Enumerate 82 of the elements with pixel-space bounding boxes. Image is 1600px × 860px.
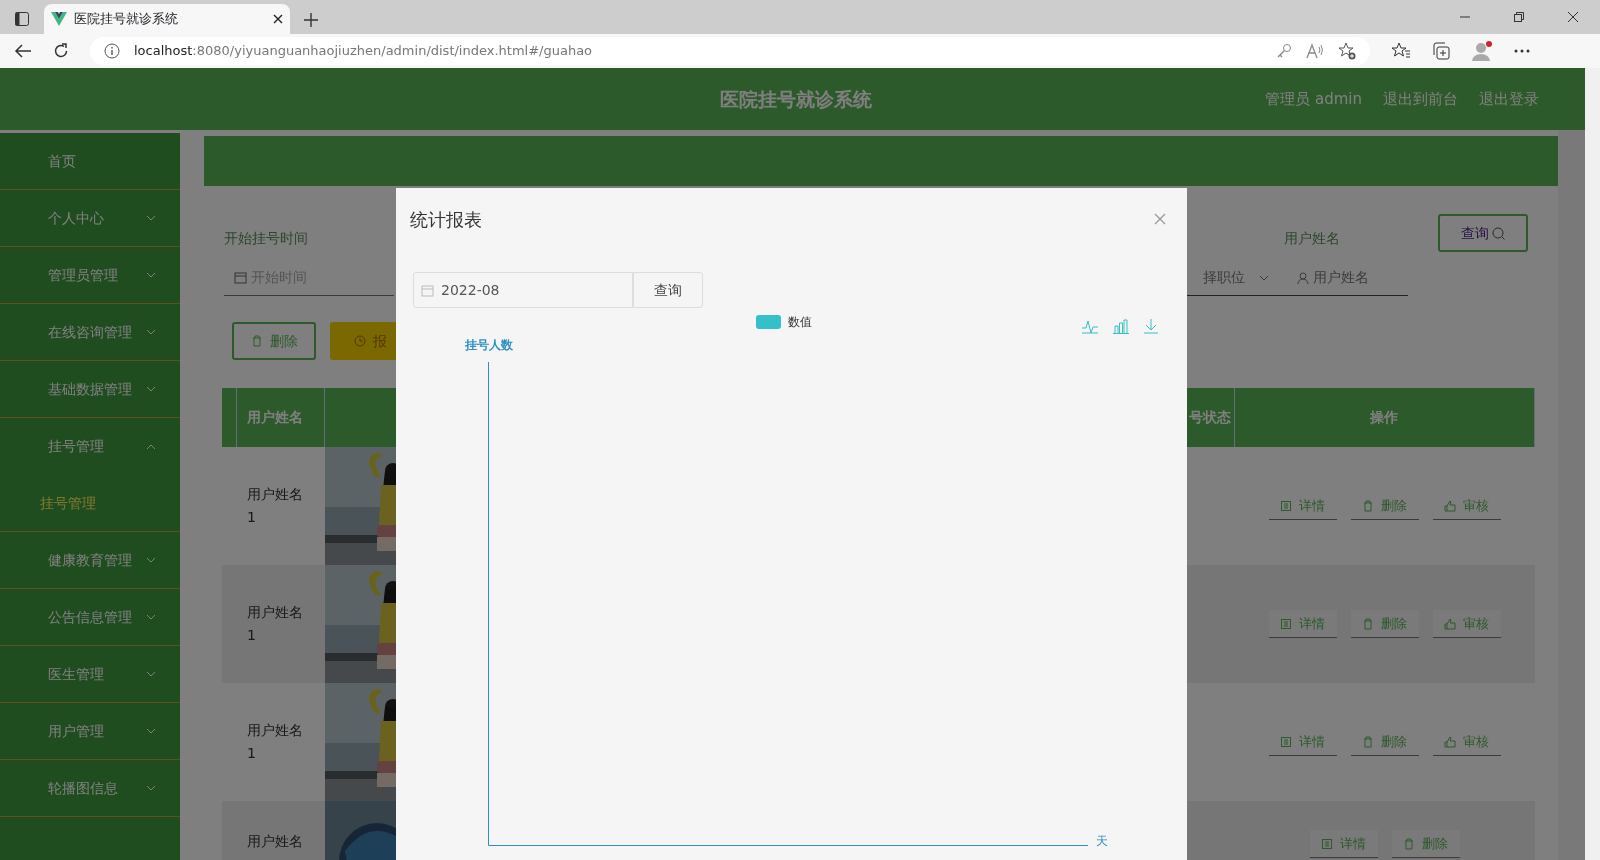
close-icon[interactable]	[1567, 11, 1579, 23]
collections-icon[interactable]	[1432, 42, 1450, 60]
system-title: 医院挂号就诊系统	[720, 86, 872, 112]
table-cell-text: 用户姓名1	[247, 484, 304, 527]
trash-icon	[1403, 837, 1415, 850]
details-button[interactable]: 详情	[1309, 830, 1378, 858]
column-header: 操作	[1370, 409, 1398, 425]
table-cell-text: 用户姓名1	[247, 602, 304, 645]
document-icon	[1280, 617, 1292, 630]
chevron-icon	[146, 557, 156, 563]
clock-icon	[353, 335, 366, 347]
thumb-icon	[1444, 617, 1456, 630]
search-button[interactable]: 查询	[1438, 214, 1528, 252]
review-button[interactable]: 审核	[1432, 728, 1501, 756]
profile-avatar[interactable]	[1471, 40, 1493, 62]
favorites-icon[interactable]	[1391, 42, 1411, 60]
axis-title: 天	[1096, 833, 1108, 850]
chevron-icon	[146, 386, 156, 392]
field-label: 用户姓名	[1284, 229, 1340, 248]
header-link[interactable]: 退出到前台	[1383, 87, 1458, 111]
document-icon	[1280, 499, 1292, 512]
delete-button[interactable]: 删除	[1350, 610, 1419, 638]
review-button[interactable]: 审核	[1432, 610, 1501, 638]
chevron-icon	[146, 443, 156, 450]
reload-icon[interactable]	[53, 43, 69, 59]
calendar-icon	[421, 283, 434, 297]
dialog-title: 统计报表	[410, 207, 482, 232]
trash-icon	[1362, 735, 1374, 748]
chevron-icon	[146, 215, 156, 221]
delete-button[interactable]: 删除	[1350, 492, 1419, 520]
back-icon[interactable]	[14, 43, 32, 59]
thumb-icon	[1444, 499, 1456, 512]
chevron-icon	[146, 728, 156, 734]
thumb-icon	[1444, 735, 1456, 748]
browser-tab[interactable]: 医院挂号就诊系统	[44, 4, 290, 34]
review-button[interactable]: 审核	[1432, 492, 1501, 520]
document-icon	[1280, 735, 1292, 748]
v-logo-icon	[51, 12, 67, 26]
chevron-icon	[146, 329, 156, 335]
tab-title: 医院挂号就诊系统	[74, 10, 179, 29]
close-icon[interactable]	[273, 14, 283, 24]
tab-actions-icon[interactable]	[14, 11, 30, 27]
delete-button[interactable]: 删除	[232, 322, 316, 360]
header-link[interactable]: 退出登录	[1479, 87, 1539, 111]
new-tab-icon[interactable]	[304, 13, 318, 27]
details-button[interactable]: 详情	[1268, 728, 1337, 756]
chevron-icon	[146, 671, 156, 677]
info-icon	[104, 43, 120, 59]
trash-icon	[250, 335, 263, 347]
column-header: 号状态	[1189, 409, 1231, 425]
table-cell-text: 用户姓名1	[247, 720, 304, 763]
address-bar[interactable]: localhost:8080/yiyuanguanhaojiuzhen/admin/dist/index.html#/guahao	[90, 37, 1370, 65]
delete-button[interactable]: 删除	[1391, 830, 1460, 858]
delete-button[interactable]: 删除	[1350, 728, 1419, 756]
more-icon[interactable]	[1514, 49, 1530, 53]
field-label: 开始挂号时间	[224, 229, 308, 248]
add-favorite-icon[interactable]	[1338, 42, 1356, 60]
restore-icon[interactable]	[1513, 11, 1525, 23]
url-text: localhost:8080/yiyuanguanhaojiuzhen/admin/dist/index.html#/guahao	[134, 42, 593, 61]
details-button[interactable]: 详情	[1268, 610, 1337, 638]
axis-title: 挂号人数	[465, 337, 514, 354]
scrollbar[interactable]	[1585, 68, 1600, 860]
details-button[interactable]: 详情	[1268, 492, 1337, 520]
header-link[interactable]: 管理员 admin	[1265, 87, 1362, 111]
chart-legend[interactable]: 数值	[756, 313, 812, 331]
sidebar-item[interactable]: 挂号管理	[0, 418, 180, 475]
calendar-icon	[234, 271, 247, 284]
chevron-icon	[146, 785, 156, 791]
column-header: 用户姓名	[247, 409, 304, 425]
trash-icon	[1362, 499, 1374, 512]
key-icon[interactable]	[1276, 43, 1292, 59]
month-field[interactable]: 2022-08	[413, 272, 633, 308]
document-icon	[1321, 837, 1333, 850]
read-aloud-icon[interactable]	[1306, 43, 1324, 59]
chevron-icon	[146, 272, 156, 278]
caret-icon	[1259, 274, 1269, 281]
chevron-icon	[146, 614, 156, 620]
trash-icon	[1362, 617, 1374, 630]
user-icon	[1297, 271, 1309, 284]
table-cell-text: 用户姓名	[247, 833, 304, 850]
query-button[interactable]: 查询	[633, 272, 703, 308]
search-icon	[1492, 226, 1506, 240]
